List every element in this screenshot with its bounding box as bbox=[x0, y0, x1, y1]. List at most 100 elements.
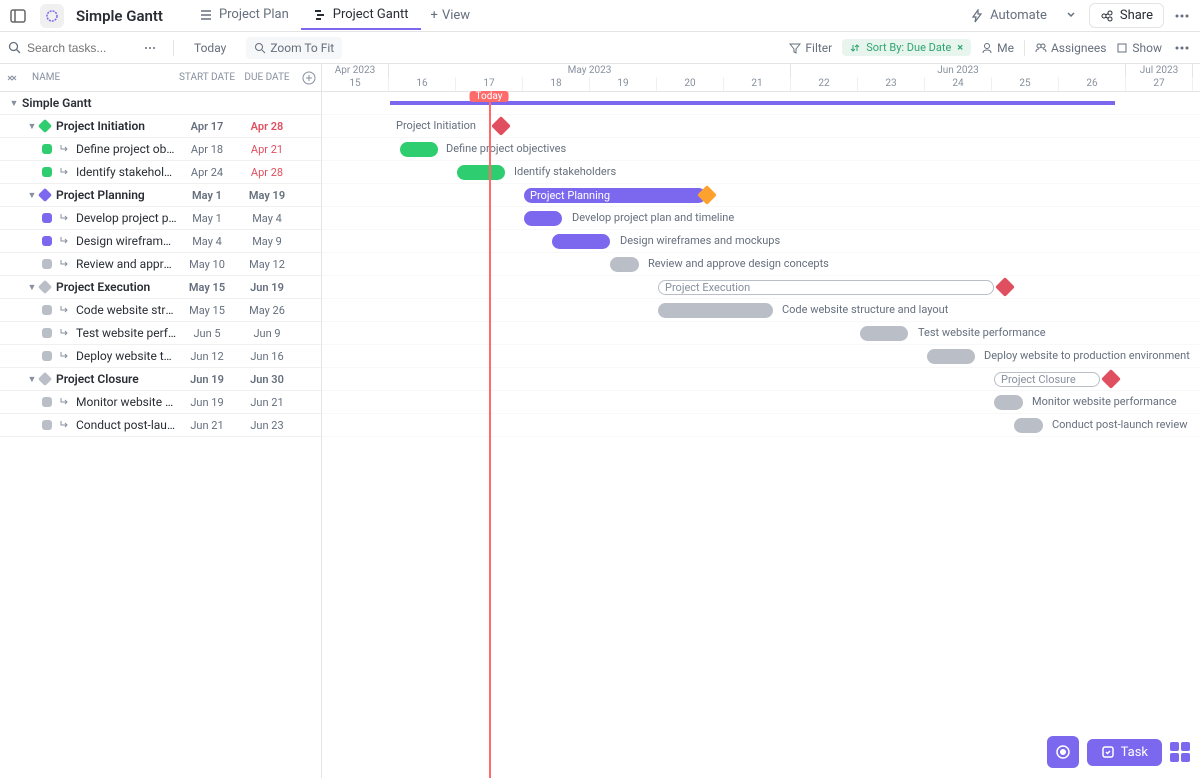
task-row[interactable]: Conduct post-launch reviewJun 21Jun 23 bbox=[0, 414, 321, 437]
task-start-date[interactable]: Apr 17 bbox=[177, 120, 237, 133]
task-name[interactable]: Project Closure bbox=[56, 372, 177, 386]
task-status-icon[interactable] bbox=[42, 213, 52, 223]
record-button[interactable] bbox=[1047, 736, 1079, 768]
task-start-date[interactable]: Jun 19 bbox=[177, 396, 237, 409]
task-name[interactable]: Identify stakeholders bbox=[76, 165, 177, 179]
task-row[interactable]: Develop project plan and timelineMay 1Ma… bbox=[0, 207, 321, 230]
show-button[interactable]: Show bbox=[1116, 41, 1162, 55]
task-status-icon[interactable] bbox=[42, 397, 52, 407]
task-due-date[interactable]: May 4 bbox=[237, 212, 297, 225]
task-name[interactable]: Project Execution bbox=[56, 280, 177, 294]
gantt-chart-panel[interactable]: Apr 2023May 2023Jun 2023Jul 2023 1516171… bbox=[322, 64, 1200, 778]
apps-button[interactable] bbox=[1170, 742, 1190, 762]
gantt-bar[interactable]: Project Execution bbox=[658, 280, 994, 295]
task-status-icon[interactable] bbox=[42, 420, 52, 430]
task-row[interactable]: Review and approve design conceptsMay 10… bbox=[0, 253, 321, 276]
gantt-bar[interactable]: Project Planning bbox=[524, 188, 706, 203]
zoom-to-fit-button[interactable]: Zoom To Fit bbox=[246, 37, 342, 59]
task-start-date[interactable]: May 1 bbox=[177, 212, 237, 225]
automate-button[interactable]: Automate bbox=[960, 4, 1057, 27]
sort-pill[interactable]: Sort By: Due Date × bbox=[842, 39, 971, 56]
column-start-header[interactable]: Start Date bbox=[177, 72, 237, 83]
task-row[interactable]: Monitor website performanceJun 19Jun 21 bbox=[0, 391, 321, 414]
milestone-status-icon[interactable] bbox=[38, 280, 52, 294]
task-start-date[interactable]: Jun 12 bbox=[177, 350, 237, 363]
task-due-date[interactable]: May 12 bbox=[237, 258, 297, 271]
gantt-milestone[interactable] bbox=[995, 277, 1015, 297]
task-name[interactable]: Code website structure and layout bbox=[76, 303, 177, 317]
task-name[interactable]: Define project objectives bbox=[76, 142, 177, 156]
gantt-bar[interactable] bbox=[552, 234, 610, 249]
tab-project-plan[interactable]: Project Plan bbox=[187, 1, 301, 30]
task-start-date[interactable]: May 15 bbox=[177, 281, 237, 294]
milestone-status-icon[interactable] bbox=[38, 119, 52, 133]
add-view-button[interactable]: + View bbox=[421, 1, 481, 30]
task-start-date[interactable]: Jun 19 bbox=[177, 373, 237, 386]
gantt-bar[interactable] bbox=[658, 303, 773, 318]
task-row[interactable]: Deploy website to production environment… bbox=[0, 345, 321, 368]
task-name[interactable]: Review and approve design concepts bbox=[76, 257, 177, 271]
task-due-date[interactable]: Jun 19 bbox=[237, 281, 297, 294]
search-input[interactable] bbox=[27, 41, 127, 55]
task-name[interactable]: Test website performance bbox=[76, 326, 177, 340]
tab-project-gantt[interactable]: Project Gantt bbox=[301, 1, 421, 30]
gantt-bar[interactable] bbox=[457, 165, 505, 180]
task-start-date[interactable]: Apr 18 bbox=[177, 143, 237, 156]
task-due-date[interactable]: May 9 bbox=[237, 235, 297, 248]
task-name[interactable]: Project Planning bbox=[56, 188, 177, 202]
task-start-date[interactable]: Jun 5 bbox=[177, 327, 237, 340]
gantt-bar[interactable] bbox=[860, 326, 908, 341]
task-name[interactable]: Monitor website performance bbox=[76, 395, 177, 409]
gantt-bar[interactable]: Project Closure bbox=[994, 372, 1100, 387]
task-name[interactable]: Design wireframes and mockups bbox=[76, 234, 177, 248]
task-due-date[interactable]: Apr 28 bbox=[237, 120, 297, 133]
row-toggle[interactable]: ▼ bbox=[6, 98, 22, 109]
task-start-date[interactable]: Jun 21 bbox=[177, 419, 237, 432]
task-start-date[interactable]: May 10 bbox=[177, 258, 237, 271]
task-row[interactable]: ▼Project ClosureJun 19Jun 30 bbox=[0, 368, 321, 391]
sort-clear-button[interactable]: × bbox=[957, 41, 963, 54]
gantt-bar[interactable] bbox=[524, 211, 562, 226]
task-row[interactable]: Identify stakeholdersApr 24Apr 28 bbox=[0, 161, 321, 184]
task-start-date[interactable]: May 4 bbox=[177, 235, 237, 248]
task-status-icon[interactable] bbox=[42, 259, 52, 269]
more-menu-button[interactable] bbox=[1172, 6, 1192, 26]
task-name[interactable]: Simple Gantt bbox=[22, 96, 177, 110]
task-row[interactable]: Design wireframes and mockupsMay 4May 9 bbox=[0, 230, 321, 253]
task-row[interactable]: Define project objectivesApr 18Apr 21 bbox=[0, 138, 321, 161]
gantt-body[interactable]: Today Project InitiationDefine project o… bbox=[322, 92, 1200, 778]
new-task-button[interactable]: Task bbox=[1087, 739, 1162, 766]
task-start-date[interactable]: May 1 bbox=[177, 189, 237, 202]
task-name[interactable]: Conduct post-launch review bbox=[76, 418, 177, 432]
milestone-status-icon[interactable] bbox=[38, 372, 52, 386]
gantt-milestone[interactable] bbox=[1101, 369, 1121, 389]
column-name-header[interactable]: Name bbox=[24, 72, 177, 83]
menu-toggle-button[interactable] bbox=[8, 6, 28, 26]
column-due-header[interactable]: Due Date bbox=[237, 72, 297, 83]
expand-all-button[interactable] bbox=[0, 72, 24, 84]
me-button[interactable]: Me bbox=[981, 41, 1014, 55]
task-status-icon[interactable] bbox=[42, 328, 52, 338]
task-status-icon[interactable] bbox=[42, 167, 52, 177]
task-due-date[interactable]: Apr 28 bbox=[237, 166, 297, 179]
share-button[interactable]: Share bbox=[1089, 3, 1164, 28]
task-status-icon[interactable] bbox=[42, 305, 52, 315]
task-due-date[interactable]: Jun 16 bbox=[237, 350, 297, 363]
task-start-date[interactable]: Apr 24 bbox=[177, 166, 237, 179]
gantt-bar[interactable] bbox=[400, 142, 438, 157]
task-start-date[interactable]: May 15 bbox=[177, 304, 237, 317]
task-status-icon[interactable] bbox=[42, 236, 52, 246]
today-button[interactable]: Today bbox=[184, 37, 236, 59]
app-icon[interactable] bbox=[40, 4, 64, 28]
task-due-date[interactable]: Apr 21 bbox=[237, 143, 297, 156]
task-row[interactable]: ▼Simple Gantt bbox=[0, 92, 321, 115]
toolbar-more-button[interactable] bbox=[1172, 38, 1192, 58]
add-column-button[interactable] bbox=[297, 71, 321, 85]
task-due-date[interactable]: May 26 bbox=[237, 304, 297, 317]
task-status-icon[interactable] bbox=[42, 351, 52, 361]
automate-dropdown[interactable] bbox=[1065, 8, 1081, 24]
task-status-icon[interactable] bbox=[42, 144, 52, 154]
gantt-bar[interactable] bbox=[610, 257, 639, 272]
task-row[interactable]: Code website structure and layoutMay 15M… bbox=[0, 299, 321, 322]
task-name[interactable]: Develop project plan and timeline bbox=[76, 211, 177, 225]
